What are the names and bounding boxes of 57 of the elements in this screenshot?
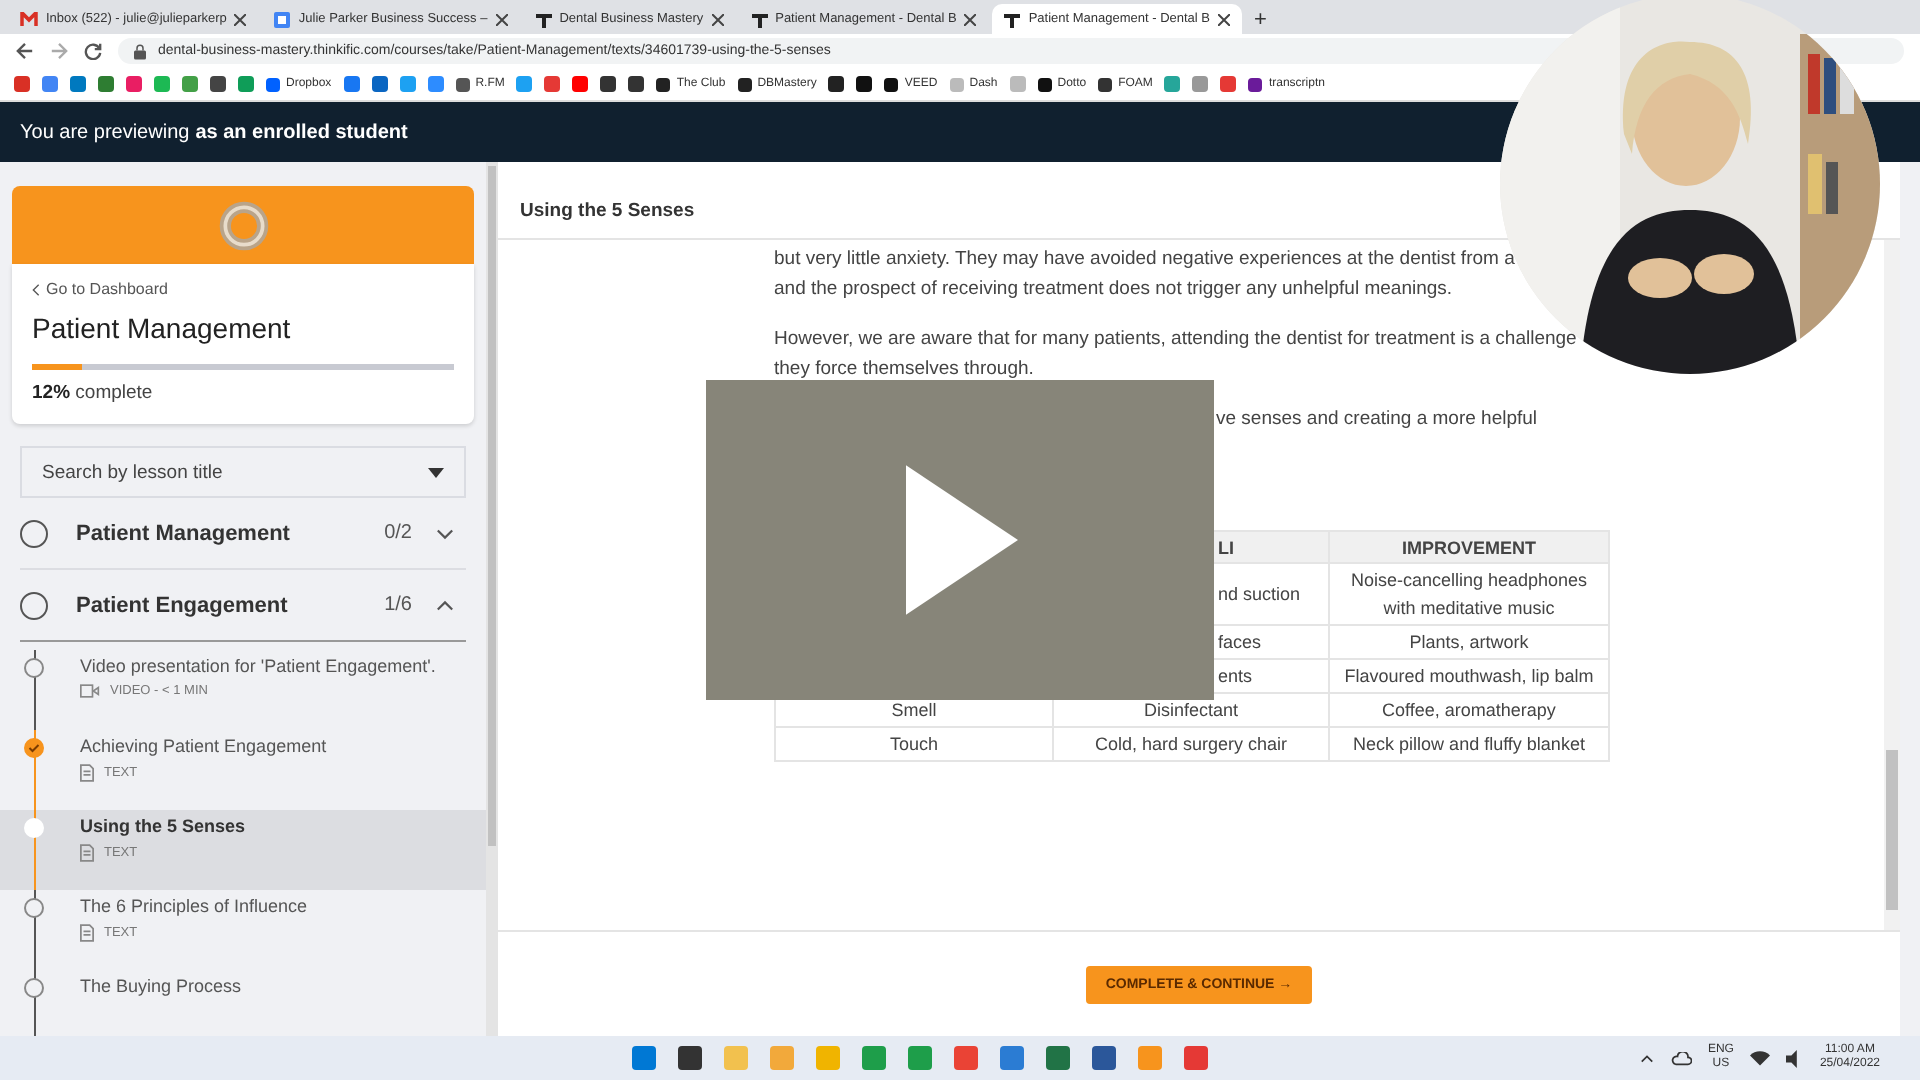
- lesson-title: Using the 5 Senses: [80, 816, 246, 836]
- table-cell: Plants, artwork: [1329, 625, 1609, 659]
- paragraph: However, we are aware that for many patients, attending the dentist for treatment is a challenge they force themselves through.: [774, 326, 1579, 384]
- lesson-title: Achieving Patient Engagement: [80, 736, 327, 756]
- dashboard-link[interactable]: Go to Dashboard: [46, 280, 168, 298]
- document-icon: [80, 924, 94, 942]
- lesson-search-dropdown[interactable]: Search by lesson title: [20, 446, 466, 498]
- close-icon[interactable]: [711, 13, 724, 25]
- scrollbar-thumb[interactable]: [1886, 750, 1898, 910]
- chapter-row[interactable]: Patient Engagement 1/6: [20, 570, 466, 642]
- reload-icon[interactable]: [84, 42, 102, 60]
- chevron-up-icon: [436, 599, 454, 611]
- forward-icon[interactable]: [50, 42, 68, 60]
- site-icon: [1004, 11, 1021, 27]
- lesson-title: The 6 Principles of Influence: [80, 896, 308, 916]
- site-icon: [535, 11, 552, 27]
- document-icon: [80, 764, 94, 782]
- new-tab-button[interactable]: +: [1246, 6, 1275, 34]
- lock-icon: [134, 43, 146, 59]
- lesson-title: Video presentation for 'Patient Engagement'.: [80, 656, 436, 676]
- video-icon: [80, 684, 100, 698]
- dropdown-caret-icon: [428, 467, 444, 477]
- table-cell: Cold, hard surgery chair: [1053, 727, 1329, 761]
- lesson-heading: Using the 5 Senses: [520, 199, 695, 221]
- column-header: IMPROVEMENT: [1329, 531, 1609, 563]
- table-cell: Touch: [775, 727, 1053, 761]
- video-overlay[interactable]: [706, 380, 1214, 700]
- table-cell: Coffee, aromatherapy: [1329, 693, 1609, 727]
- taskbar-app-icon[interactable]: [677, 1046, 702, 1070]
- play-icon[interactable]: [906, 464, 1018, 616]
- lesson-title: The Buying Process: [80, 976, 242, 996]
- back-icon[interactable]: [16, 42, 34, 60]
- mail-icon: [20, 12, 38, 26]
- scrollbar-thumb[interactable]: [488, 166, 496, 846]
- paragraph: but very little anxiety. They may have avoided negative experiences at the dentist from a and the prospect of receiving treatment does not trigger any unhelpful meanings.: [774, 246, 1517, 304]
- caret-icon[interactable]: [1639, 1053, 1654, 1063]
- document-icon: [80, 844, 94, 862]
- paragraph: ve senses and creating a more helpful: [1214, 406, 1540, 434]
- chevron-left-icon[interactable]: [32, 283, 40, 295]
- close-icon[interactable]: [495, 13, 508, 25]
- progress-label: 12% complete: [32, 382, 155, 404]
- course-title: Patient Management: [32, 312, 293, 344]
- taskbar-app-icon[interactable]: [1091, 1046, 1116, 1070]
- table-cell: Flavoured mouthwash, lip balm: [1329, 659, 1609, 693]
- ring-logo-icon: [215, 197, 271, 253]
- chapter-row[interactable]: Patient Management 0/2: [20, 498, 466, 570]
- close-icon[interactable]: [234, 13, 247, 25]
- table-cell: Neck pillow and fluffy blanket: [1329, 727, 1609, 761]
- close-icon[interactable]: [1218, 13, 1231, 25]
- wifi-icon[interactable]: [1749, 1050, 1770, 1066]
- document-icon: [274, 11, 291, 27]
- cloud-icon[interactable]: [1669, 1051, 1692, 1065]
- taskbar-app-icon[interactable]: [1045, 1046, 1070, 1070]
- close-icon[interactable]: [964, 13, 977, 25]
- site-icon: [751, 11, 768, 27]
- table-cell: Noise-cancelling headphones with meditative music: [1329, 563, 1609, 625]
- chevron-down-icon: [436, 527, 454, 539]
